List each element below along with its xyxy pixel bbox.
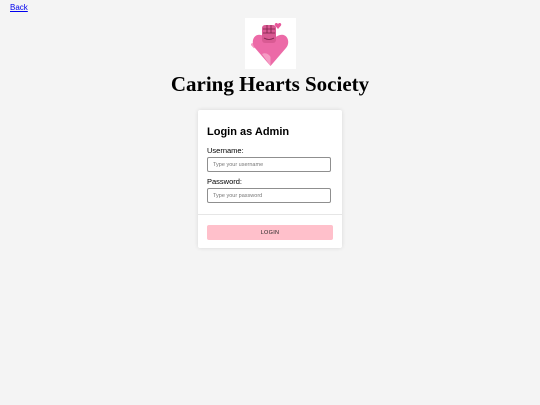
login-button[interactable]: LOGIN: [207, 225, 333, 240]
password-input[interactable]: [207, 188, 331, 203]
heart-fist-logo-icon: [245, 18, 296, 69]
password-label: Password:: [207, 177, 243, 186]
username-input[interactable]: [207, 157, 331, 172]
back-link[interactable]: Back: [10, 3, 28, 12]
site-title: Caring Hearts Society: [170, 72, 370, 96]
form-divider: [198, 214, 342, 215]
username-label: Username:: [207, 146, 244, 155]
login-card: Login as Admin Username: Password: LOGIN: [198, 110, 342, 248]
page: Back Caring Hearts Society Login as Admi…: [0, 0, 540, 405]
login-heading: Login as Admin: [207, 126, 290, 138]
